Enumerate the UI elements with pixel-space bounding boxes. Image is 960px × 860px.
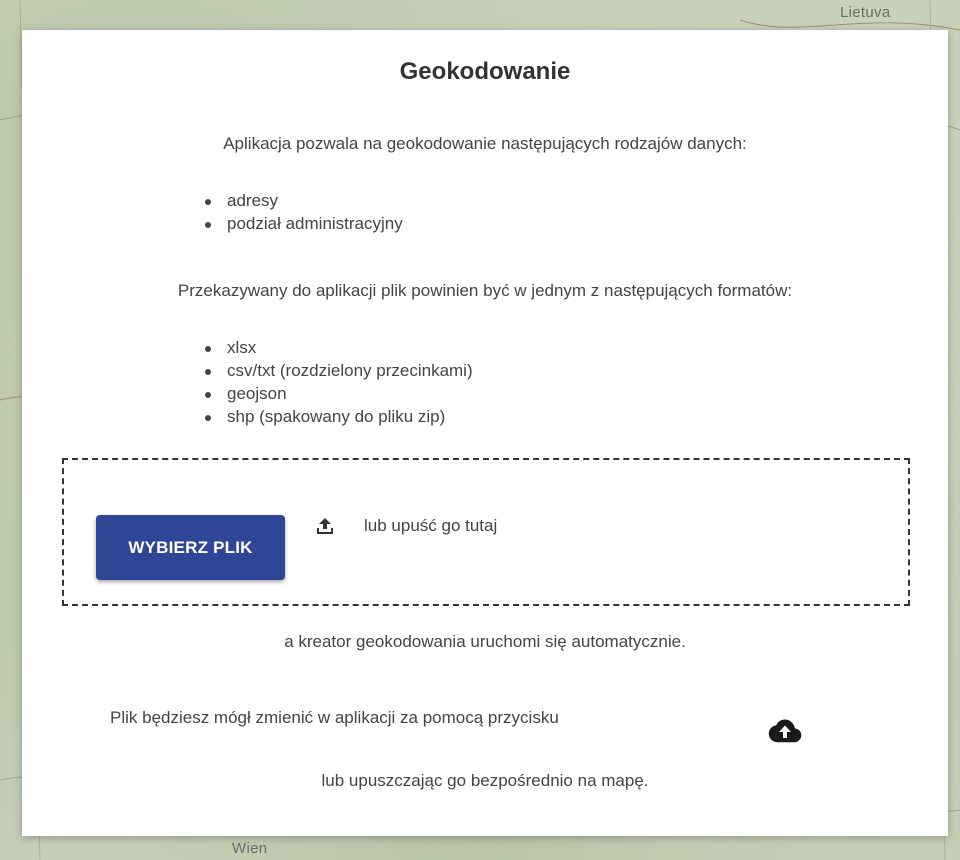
geocoding-dialog: Geokodowanie Aplikacja pozwala na geokod… <box>22 30 948 836</box>
list-item: adresy <box>205 189 403 212</box>
list-item: geojson <box>205 382 473 405</box>
formats-list: xlsx csv/txt (rozdzielony przecinkami) g… <box>205 336 473 428</box>
list-item: podział administracyjny <box>205 212 403 235</box>
intro-text: Aplikacja pozwala na geokodowanie następ… <box>223 134 747 153</box>
list-item: csv/txt (rozdzielony przecinkami) <box>205 359 473 382</box>
formats-intro-text: Przekazywany do aplikacji plik powinien … <box>177 281 793 300</box>
dialog-title: Geokodowanie <box>399 58 571 85</box>
change-file-text: Plik będziesz mógł zmienić w aplikacji z… <box>110 708 559 727</box>
auto-start-text: a kreator geokodowania uruchomi się auto… <box>284 632 686 651</box>
file-dropzone[interactable]: WYBIERZ PLIK lub upuść go tutaj <box>62 458 910 606</box>
cloud-upload-icon[interactable] <box>768 718 802 744</box>
data-types-list: adresy podział administracyjny <box>205 189 403 235</box>
drop-here-text: lub upuść go tutaj <box>364 516 498 535</box>
choose-file-button[interactable]: WYBIERZ PLIK <box>96 515 285 580</box>
upload-icon <box>317 518 333 534</box>
map-label-lietuva: Lietuva <box>840 4 891 21</box>
map-drop-text: lub upuszczając go bezpośrednio na mapę. <box>321 771 649 790</box>
list-item: shp (spakowany do pliku zip) <box>205 405 473 428</box>
list-item: xlsx <box>205 336 473 359</box>
map-label-wien: Wien <box>232 840 268 857</box>
